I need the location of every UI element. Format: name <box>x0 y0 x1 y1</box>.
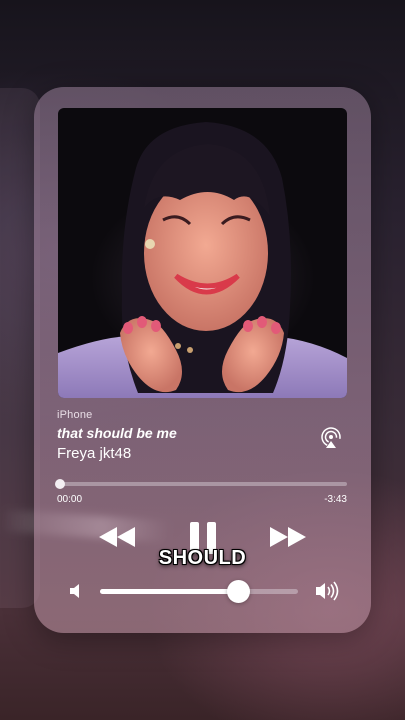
source-device-label: iPhone <box>57 409 93 421</box>
rewind-button[interactable] <box>97 524 137 550</box>
artwork-photo <box>58 122 347 398</box>
volume-slider[interactable] <box>100 580 298 603</box>
fast-forward-icon <box>270 527 306 547</box>
rewind-icon <box>99 527 135 547</box>
playback-progress-bar[interactable] <box>54 479 347 489</box>
remaining-time: -3:43 <box>324 494 347 505</box>
artist-name: Freya jkt48 <box>57 445 132 462</box>
airplay-icon[interactable] <box>320 427 342 449</box>
album-artwork <box>58 108 347 398</box>
volume-fill <box>100 589 239 594</box>
volume-knob[interactable] <box>227 580 251 603</box>
volume-low-icon <box>68 582 86 600</box>
lyric-caption: SHOULD <box>158 547 247 569</box>
fast-forward-button[interactable] <box>268 524 308 550</box>
elapsed-time: 00:00 <box>57 494 83 505</box>
volume-high-icon <box>314 580 340 602</box>
progress-scrubber[interactable] <box>54 479 65 489</box>
song-title: that should be me <box>57 425 177 441</box>
